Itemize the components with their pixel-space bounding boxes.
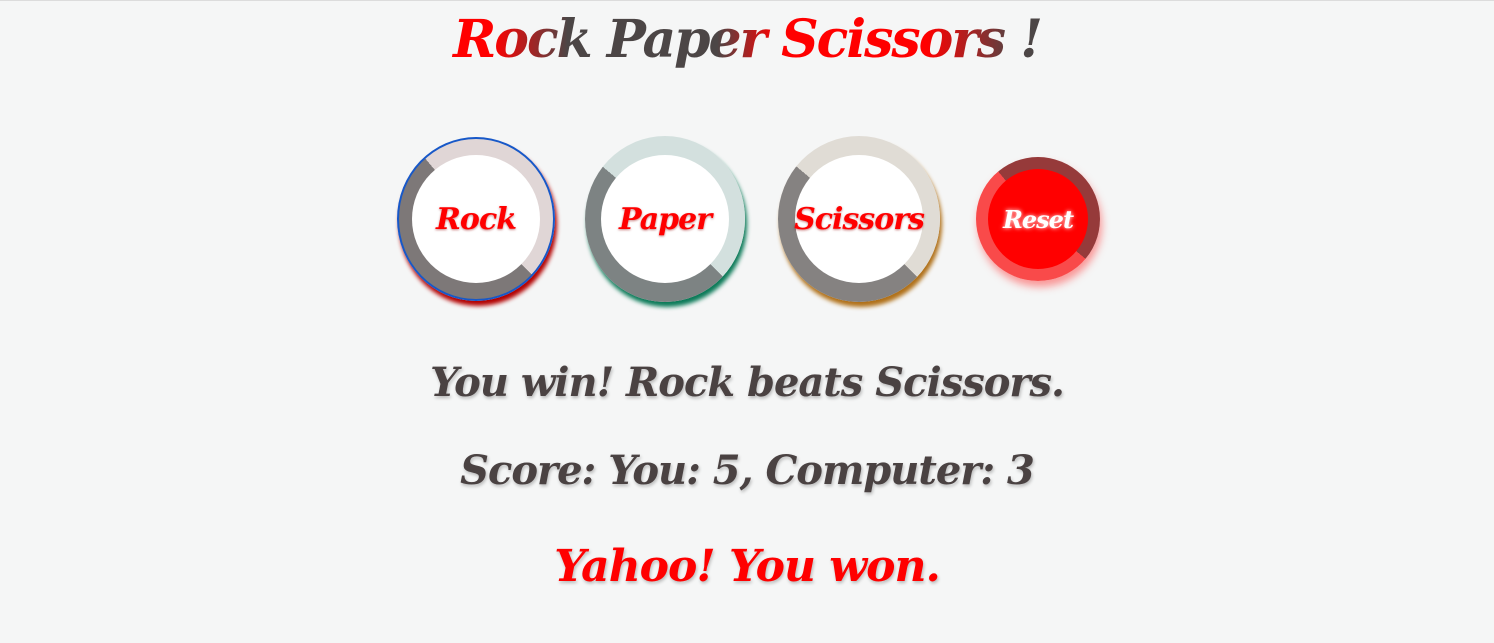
paper-button[interactable]: Paper [585, 136, 745, 302]
scissors-button-face: Scissors [794, 155, 925, 283]
final-message: Yahoo! You won. [554, 541, 941, 592]
page-title: Rock Paper Scissors ! [0, 9, 1494, 70]
rock-button-face: Rock [412, 155, 540, 283]
score-display: Score: You: 5, Computer: 3 [460, 447, 1035, 494]
reset-button-face: Reset [988, 169, 1088, 269]
rock-button[interactable]: Rock [397, 137, 555, 301]
scissors-button[interactable]: Scissors [778, 136, 940, 302]
reset-label: Reset [1002, 204, 1074, 234]
scissors-label: Scissors [794, 201, 925, 237]
paper-button-face: Paper [601, 155, 729, 283]
rock-label: Rock [436, 201, 517, 237]
paper-label: Paper [618, 201, 712, 237]
round-result: You win! Rock beats Scissors. [430, 359, 1065, 406]
reset-button[interactable]: Reset [976, 157, 1100, 281]
title-text: Rock Paper Scissors ! [453, 9, 1041, 70]
